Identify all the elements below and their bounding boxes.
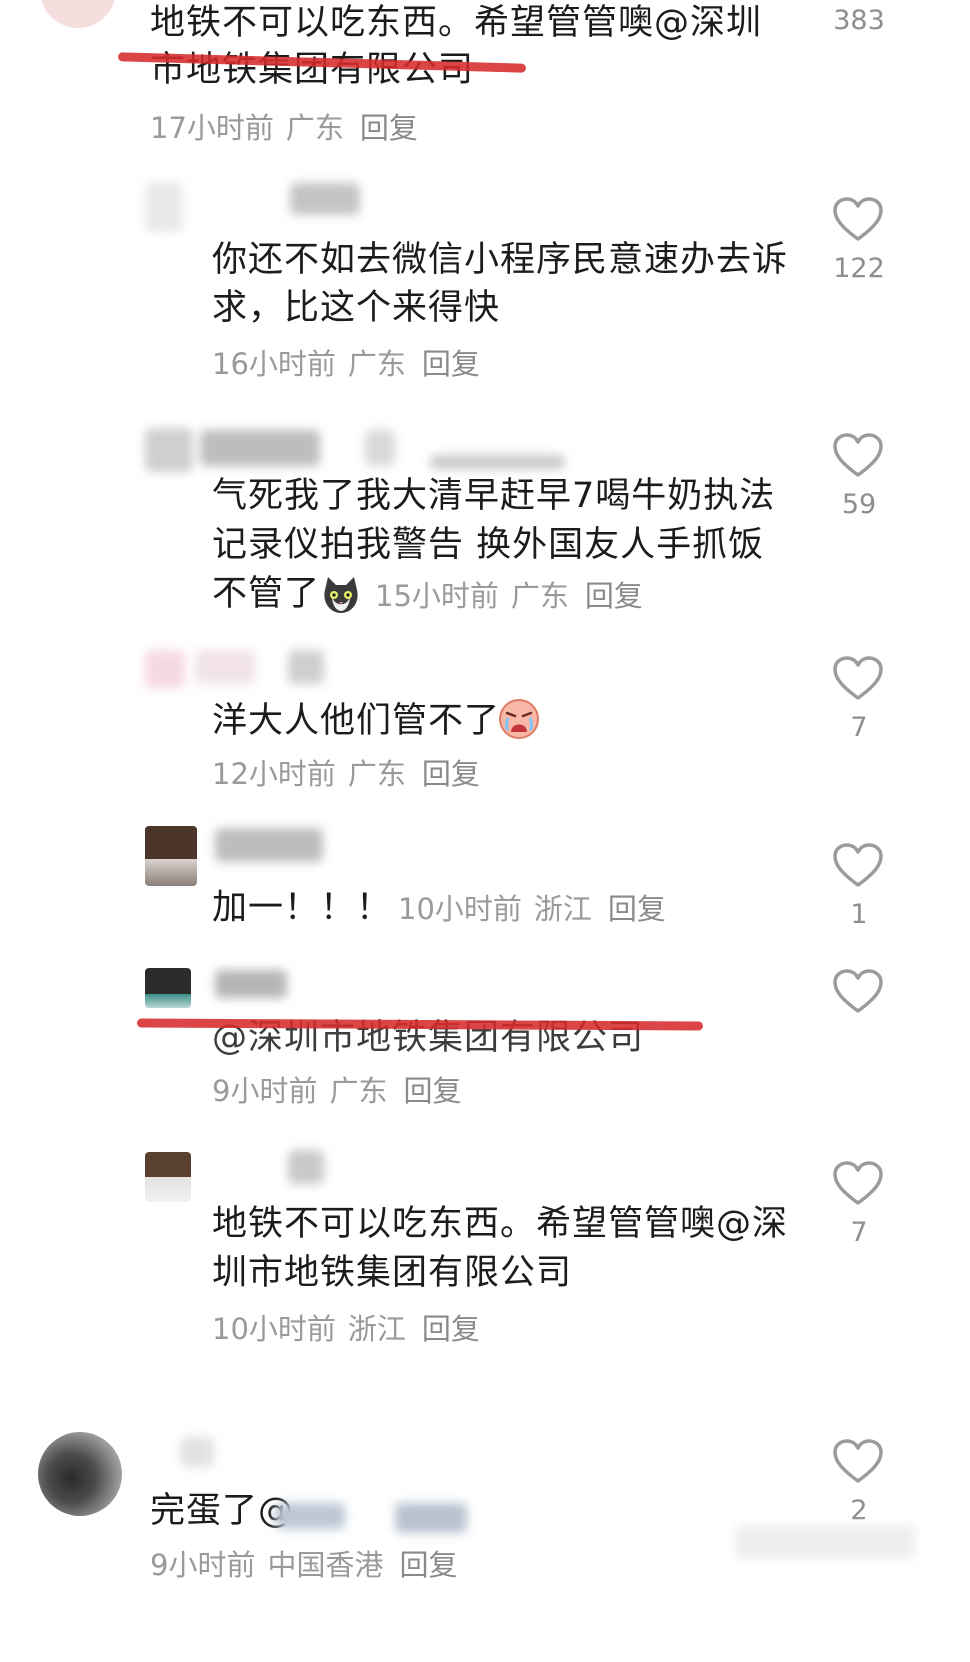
avatar[interactable] — [145, 968, 191, 1008]
reply-button[interactable]: 回复 — [360, 111, 418, 145]
comment-meta: 12小时前 广东 回复 — [212, 754, 480, 794]
avatar[interactable] — [145, 182, 183, 232]
username-blurred[interactable] — [195, 650, 255, 684]
reply-button[interactable]: 回复 — [399, 1548, 457, 1582]
comment-location: 中国香港 — [267, 1548, 384, 1582]
comment-location: 广东 — [510, 579, 569, 613]
comment-thread-screen: { "comments": [ { "id": "c0", "text_line… — [0, 0, 970, 1662]
comment-text: 地铁不可以吃东西。希望管管噢@深圳 — [150, 3, 763, 43]
comment-text: 市地铁集团有限公司 — [150, 50, 475, 90]
heart-icon[interactable] — [832, 1160, 884, 1206]
reply-button[interactable]: 回复 — [608, 892, 666, 926]
heart-icon[interactable] — [832, 196, 884, 242]
username-blurred — [365, 430, 395, 466]
comment-meta: 17小时前 广东 回复 — [150, 108, 418, 148]
comment-text: 气死我了我大清早赶早7喝牛奶执法 — [212, 476, 776, 516]
comment-text: 加一！！！ — [212, 888, 393, 928]
comment-location: 浙江 — [533, 892, 592, 926]
like-count: 2 — [850, 1495, 868, 1526]
username-blurred[interactable] — [288, 1150, 324, 1184]
comment-time: 17小时前 — [150, 111, 274, 145]
heart-icon[interactable] — [832, 1438, 884, 1484]
reply-button[interactable]: 回复 — [422, 1312, 480, 1346]
username-blurred[interactable] — [200, 430, 320, 466]
avatar[interactable] — [145, 650, 185, 688]
heart-icon[interactable] — [832, 432, 884, 478]
avatar[interactable] — [145, 826, 197, 886]
comment-time: 16小时前 — [212, 347, 336, 381]
comment-meta: 9小时前 中国香港 回复 — [150, 1545, 457, 1585]
comment-location: 广东 — [347, 347, 406, 381]
comment-meta: 10小时前 浙江 回复 — [398, 889, 666, 929]
heart-icon[interactable] — [832, 655, 884, 701]
like-count: 7 — [850, 712, 868, 743]
comment-text: 求，比这个来得快 — [212, 288, 501, 328]
comment-location: 广东 — [285, 111, 344, 145]
comment-meta: 15小时前 广东 回复 — [375, 576, 643, 616]
username-blurred[interactable] — [215, 970, 287, 998]
avatar[interactable] — [145, 428, 193, 472]
reply-button[interactable]: 回复 — [585, 579, 643, 613]
reply-button[interactable]: 回复 — [422, 347, 480, 381]
crying-face-emoji — [499, 699, 539, 739]
comment-text: 你还不如去微信小程序民意速办去诉 — [212, 240, 789, 280]
username-blurred[interactable] — [180, 1437, 214, 1467]
avatar[interactable] — [40, 0, 116, 28]
comment-time: 9小时前 — [212, 1074, 318, 1108]
comment-text: 地铁不可以吃东西。希望管管噢@深 — [212, 1204, 789, 1244]
heart-icon[interactable] — [832, 968, 884, 1014]
comment-meta: 10小时前 浙江 回复 — [212, 1309, 480, 1349]
comment-text: 完蛋了@ — [150, 1491, 295, 1531]
comment-time: 9小时前 — [150, 1548, 256, 1582]
comment-location: 广东 — [347, 757, 406, 791]
username-blurred[interactable] — [290, 183, 360, 215]
like-count: 1 — [850, 899, 868, 930]
comment-meta: 16小时前 广东 回复 — [212, 344, 480, 384]
comment-time: 12小时前 — [212, 757, 336, 791]
reply-button[interactable]: 回复 — [403, 1074, 461, 1108]
reply-button[interactable]: 回复 — [422, 757, 480, 791]
like-count: 7 — [850, 1217, 868, 1248]
comment-time: 10小时前 — [212, 1312, 336, 1346]
comment-location: 广东 — [329, 1074, 388, 1108]
cat-emoji — [324, 577, 358, 613]
avatar[interactable] — [145, 1152, 191, 1202]
username-blurred[interactable] — [215, 828, 323, 862]
like-count: 122 — [833, 253, 885, 284]
comment-location: 浙江 — [347, 1312, 406, 1346]
like-count: 59 — [841, 489, 877, 520]
comment-time: 15小时前 — [375, 579, 499, 613]
heart-icon[interactable] — [832, 842, 884, 888]
comment-text: 不管了 — [212, 574, 321, 614]
comment-time: 10小时前 — [398, 892, 522, 926]
comment-text: 洋大人他们管不了 — [212, 701, 501, 741]
watermark-blurred — [735, 1525, 915, 1559]
mention-blurred — [395, 1503, 467, 1533]
comment-text: 记录仪拍我警告 换外国友人手抓饭 — [212, 525, 765, 565]
mention-blurred — [275, 1503, 345, 1529]
avatar[interactable] — [38, 1432, 122, 1516]
username-blurred — [430, 455, 565, 469]
username-blurred — [288, 650, 324, 684]
comment-meta: 9小时前 广东 回复 — [212, 1071, 461, 1111]
like-count: 383 — [833, 5, 885, 36]
comment-text: 圳市地铁集团有限公司 — [212, 1253, 573, 1293]
